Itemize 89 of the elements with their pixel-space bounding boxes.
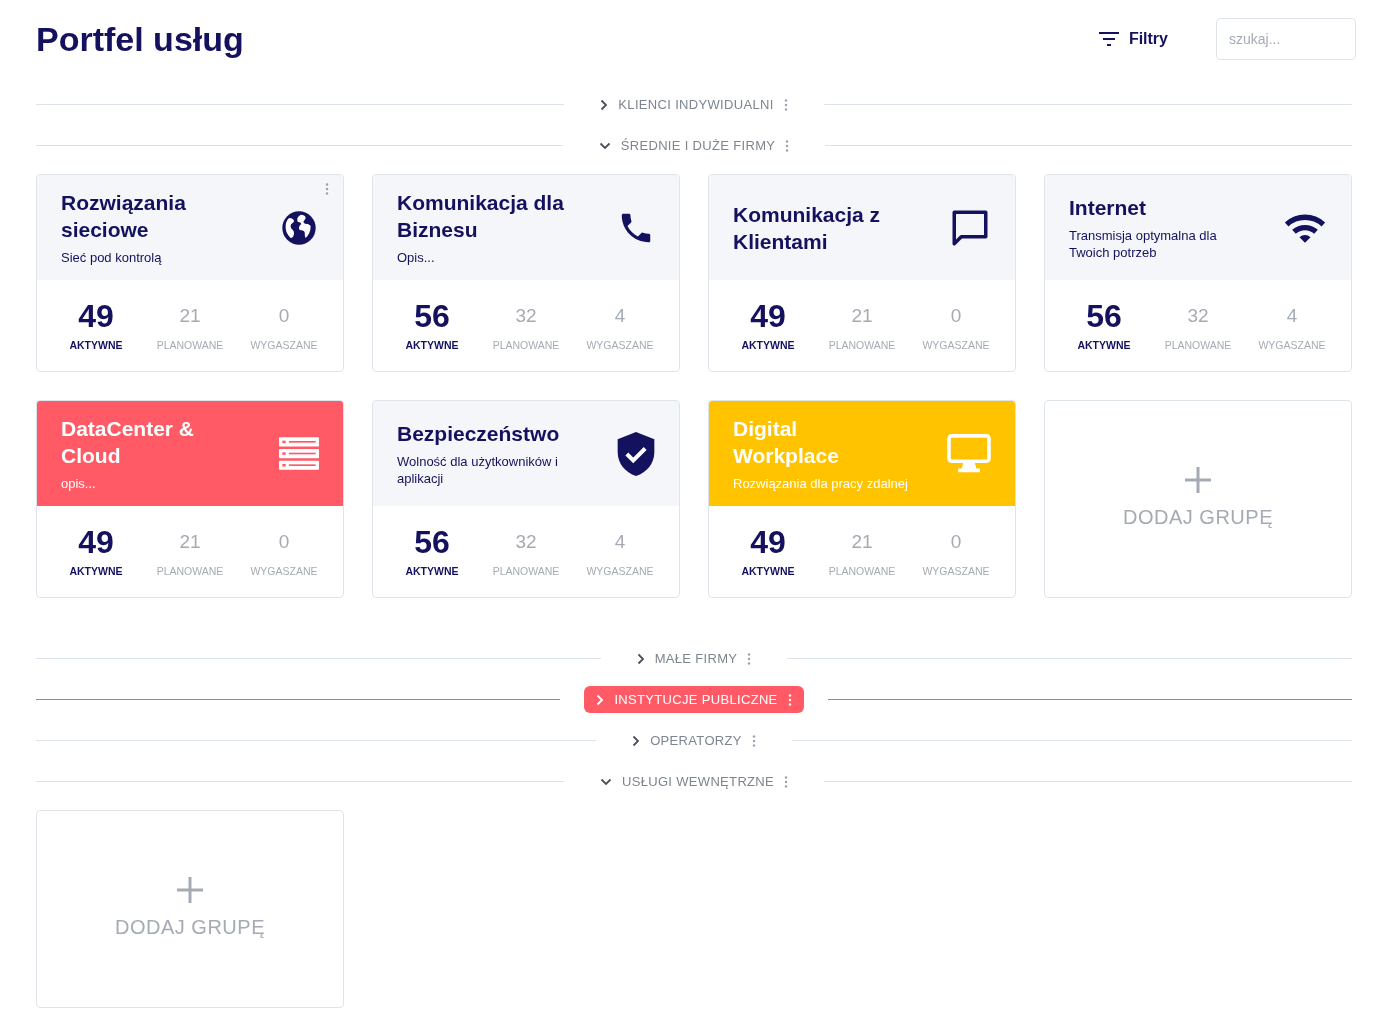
search-field[interactable]: szukaj...: [1216, 18, 1356, 60]
chevron-down-icon: [598, 141, 611, 150]
group-card[interactable]: Digital Workplace Rozwiązania dla pracy zdalnej 49 AKTYWNE 21 PLANOWANE 0 WYGASZANE: [708, 400, 1016, 598]
stat-label: AKTYWNE: [741, 563, 795, 579]
stat-value: 49: [78, 297, 114, 334]
chevron-right-icon: [632, 734, 641, 747]
stat-value: 21: [851, 529, 873, 554]
section-toggle[interactable]: ŚREDNIE I DUŻE FIRMY: [586, 131, 802, 160]
stat-value: 21: [179, 303, 201, 328]
group-description: Sieć pod kontrolą: [61, 249, 163, 266]
stat-label: PLANOWANE: [492, 337, 560, 353]
filter-icon: [1098, 32, 1119, 46]
section-toggle[interactable]: OPERATORZY: [620, 726, 768, 755]
stat-label: AKTYWNE: [405, 563, 459, 579]
stat-label: PLANOWANE: [492, 563, 560, 579]
group-title: Komunikacja z Klientami: [733, 201, 882, 255]
group-title: Internet: [1069, 195, 1147, 221]
stat-value: 21: [851, 303, 873, 328]
more-options-icon[interactable]: [785, 139, 790, 152]
group-card[interactable]: Komunikacja z Klientami 49 AKTYWNE 21 PLANOWANE 0 WYGASZANE: [708, 174, 1016, 372]
section-toggle[interactable]: MAŁE FIRMY: [624, 644, 764, 673]
more-options-icon[interactable]: [787, 693, 792, 706]
stat-value: 49: [750, 523, 786, 560]
plus-icon: [176, 876, 204, 904]
group-description: opis...: [61, 475, 97, 492]
stat-label: WYGASZANE: [586, 337, 654, 353]
stat-label: WYGASZANE: [922, 337, 990, 353]
more-options-icon[interactable]: [783, 98, 788, 111]
group-card[interactable]: Internet Transmisja optymalna dla Twoich potrzeb 56 AKTYWNE 32 PLANOWANE 4 WYGASZANE: [1044, 174, 1352, 372]
stat-label: AKTYWNE: [405, 337, 459, 353]
stat-label: AKTYWNE: [1077, 337, 1131, 353]
stat-value: 4: [614, 529, 626, 554]
group-title: Bezpieczeństwo: [397, 421, 561, 447]
stat-label: WYGASZANE: [1258, 337, 1326, 353]
stat-value: 4: [614, 303, 626, 328]
monitor-icon: [947, 433, 991, 474]
group-card[interactable]: Komunikacja dla Biznesu Opis... 56 AKTYWNE 32 PLANOWANE 4 WYGASZANE: [372, 174, 680, 372]
section-toggle[interactable]: USŁUGI WEWNĘTRZNE: [587, 767, 801, 796]
stat-value: 0: [950, 303, 962, 328]
group-title: Komunikacja dla Biznesu: [397, 190, 565, 243]
stat-label: WYGASZANE: [250, 337, 318, 353]
group-card[interactable]: Rozwiązania sieciowe Sieć pod kontrolą 49 AKTYWNE 21 PLANOWANE 0 WYGASZANE: [36, 174, 344, 372]
stat-label: PLANOWANE: [828, 337, 896, 353]
stat-label: AKTYWNE: [741, 337, 795, 353]
more-options-icon[interactable]: [751, 734, 756, 747]
more-options-icon[interactable]: [747, 652, 752, 665]
stat-value: 56: [414, 297, 450, 334]
group-description: Opis...: [397, 249, 436, 266]
stat-value: 32: [515, 529, 537, 554]
stat-value: 0: [950, 529, 962, 554]
shield-check-icon: [617, 431, 655, 476]
stat-label: PLANOWANE: [1164, 337, 1232, 353]
page-title: Portfel usług: [36, 18, 244, 60]
stat-label: WYGASZANE: [250, 563, 318, 579]
more-options-icon[interactable]: [784, 775, 789, 788]
section-toggle[interactable]: KLIENCI INDYWIDUALNI: [588, 90, 800, 119]
stat-value: 0: [278, 529, 290, 554]
group-card[interactable]: DataCenter & Cloud opis... 49 AKTYWNE 21 PLANOWANE 0 WYGASZANE: [36, 400, 344, 598]
group-description: Transmisja optymalna dla Twoich potrzeb: [1069, 227, 1218, 261]
group-description: Rozwiązania dla pracy zdalnej: [733, 475, 908, 492]
stat-label: AKTYWNE: [69, 337, 123, 353]
stat-label: AKTYWNE: [69, 563, 123, 579]
chevron-right-icon: [596, 693, 605, 706]
stat-label: PLANOWANE: [156, 563, 224, 579]
stat-label: PLANOWANE: [156, 337, 224, 353]
stat-value: 56: [1086, 297, 1122, 334]
stat-value: 56: [414, 523, 450, 560]
stat-label: WYGASZANE: [922, 563, 990, 579]
server-stack-icon: [279, 436, 319, 471]
group-title: DataCenter & Cloud: [61, 416, 196, 469]
chevron-right-icon: [636, 652, 645, 665]
more-options-icon[interactable]: [325, 183, 329, 195]
chevron-down-icon: [599, 777, 612, 786]
stat-value: 49: [78, 523, 114, 560]
group-title: Digital Workplace: [733, 416, 840, 469]
stat-label: WYGASZANE: [586, 563, 654, 579]
stat-label: PLANOWANE: [828, 563, 896, 579]
group-description: Wolność dla użytkowników i aplikacji: [397, 453, 559, 487]
stat-value: 49: [750, 297, 786, 334]
group-title: Rozwiązania sieciowe: [61, 190, 187, 243]
chevron-right-icon: [600, 98, 609, 111]
stat-value: 32: [515, 303, 537, 328]
stat-value: 4: [1286, 303, 1298, 328]
plus-icon: [1184, 466, 1212, 494]
stat-value: 21: [179, 529, 201, 554]
group-card[interactable]: Bezpieczeństwo Wolność dla użytkowników i aplikacji 56 AKTYWNE 32 PLANOWANE 4 WYGASZANE: [372, 400, 680, 598]
filters-button[interactable]: Filtry: [1098, 27, 1168, 51]
stat-value: 0: [278, 303, 290, 328]
stat-value: 32: [1187, 303, 1209, 328]
